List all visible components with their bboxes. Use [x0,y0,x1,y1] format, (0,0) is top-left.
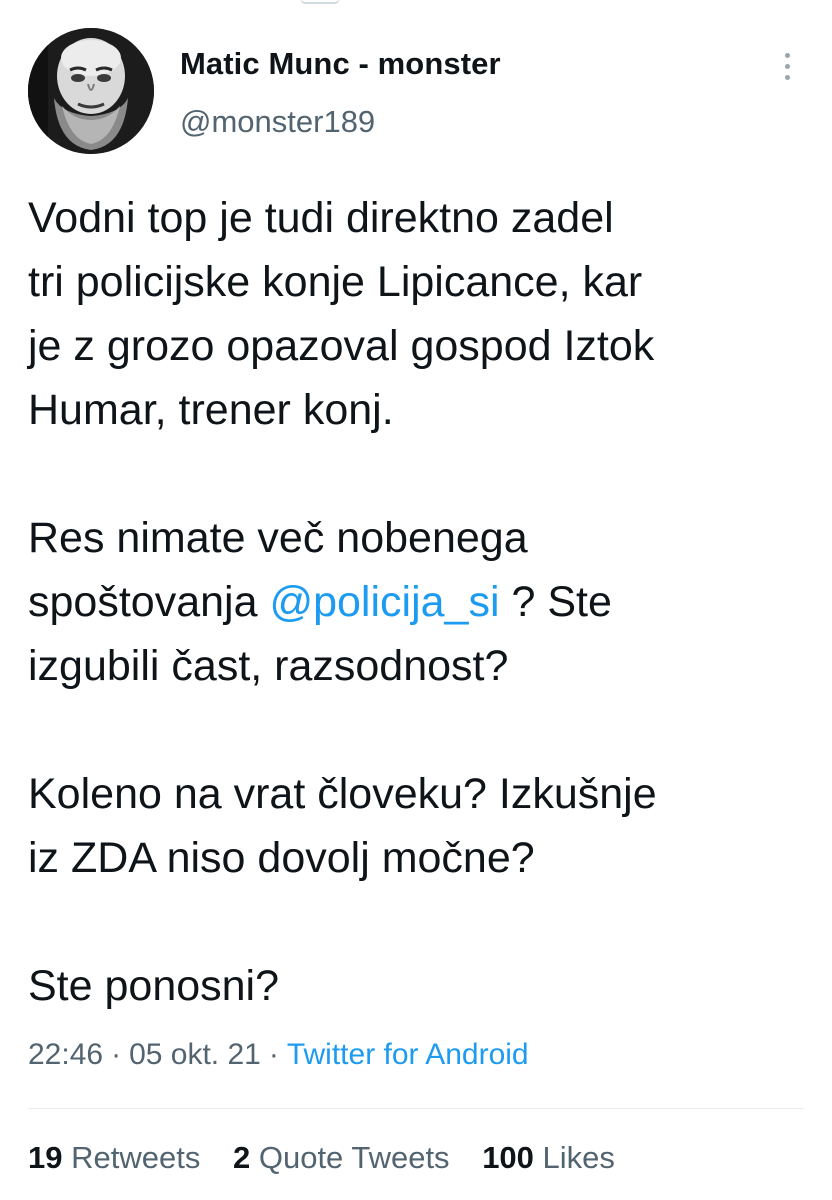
tweet-text: Vodni top je tudi direktno zadel tri pol… [28,186,818,1018]
tweet-time[interactable]: 22:46 [28,1038,103,1071]
tweet-text-segment: spoštovanja [28,578,270,626]
tweet-line: Humar, trener konj. [28,386,394,434]
likes-stat[interactable]: 100 Likes [482,1140,615,1175]
quote-tweets-label: Quote Tweets [258,1140,450,1175]
divider [28,1108,804,1109]
more-options-button[interactable] [770,44,804,88]
tweet-line: spoštovanja @policija_si ? Ste [28,570,818,634]
tweet-line: Res nimate več nobenega [28,514,528,562]
meta-separator: · [111,1038,122,1071]
retweets-count: 19 [28,1140,63,1175]
tweet-line: izgubili čast, razsodnost? [28,642,509,690]
tweet-paragraph: Ste ponosni? [28,954,818,1018]
tweet-line: Ste ponosni? [28,962,280,1010]
tweet-paragraph: Vodni top je tudi direktno zadel tri pol… [28,186,818,442]
likes-label: Likes [542,1140,615,1175]
meta-separator: · [268,1038,279,1071]
tweet-line: iz ZDA niso dovolj močne? [28,834,535,882]
mention-link[interactable]: @policija_si [269,578,499,626]
tweet-line: Vodni top je tudi direktno zadel [28,194,614,242]
tweet-line: tri policijske konje Lipicance, kar [28,258,643,306]
author-name[interactable]: Matic Munc - monster [180,46,501,82]
tweet-paragraph: Res nimate več nobenega spoštovanja @pol… [28,506,818,698]
avatar[interactable] [28,28,154,154]
top-edge-decoration [300,0,340,4]
author-handle[interactable]: @monster189 [180,104,375,140]
tweet-stats: 19 Retweets 2 Quote Tweets 100 Likes [28,1140,639,1176]
retweets-stat[interactable]: 19 Retweets [28,1140,200,1175]
tweet-metadata: 22:46 · 05 okt. 21 · Twitter for Android [28,1038,529,1072]
tweet-line: Koleno na vrat človeku? Izkušnje [28,770,657,818]
more-vertical-icon-dot [784,63,790,69]
tweet-date[interactable]: 05 okt. 21 [129,1038,261,1071]
tweet-line: je z grozo opazoval gospod Iztok [28,322,655,370]
quote-tweets-stat[interactable]: 2 Quote Tweets [233,1140,450,1175]
quote-tweets-count: 2 [232,1140,251,1175]
tweet-paragraph: Koleno na vrat človeku? Izkušnje iz ZDA … [28,762,818,890]
retweets-label: Retweets [71,1140,201,1175]
more-vertical-icon-dot [784,74,790,80]
tweet-source-link[interactable]: Twitter for Android [287,1038,529,1071]
avatar-portrait-icon [28,28,154,154]
tweet-text-segment: ? Ste [499,578,612,626]
more-vertical-icon [784,52,790,58]
likes-count: 100 [482,1140,534,1175]
